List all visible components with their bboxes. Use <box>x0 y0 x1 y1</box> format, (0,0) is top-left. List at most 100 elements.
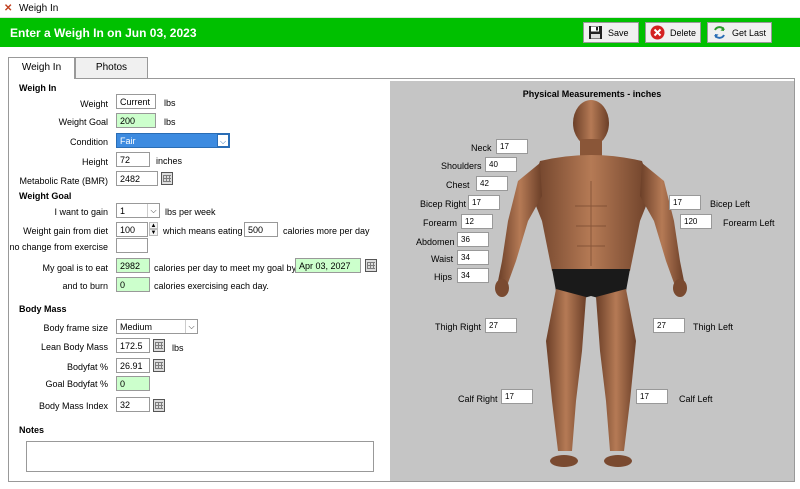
notes-section-title: Notes <box>19 425 45 435</box>
abdomen-field[interactable]: 36 <box>457 232 489 247</box>
burn-unit: calories exercising each day. <box>154 281 269 291</box>
forearm-label: Forearm <box>423 218 458 228</box>
spinner-up-icon[interactable]: ▲ <box>149 222 158 229</box>
calf-right-label: Calf Right <box>458 394 498 404</box>
weight-goal-field[interactable]: 200 <box>116 113 156 128</box>
exercise-field[interactable] <box>116 238 148 253</box>
goal-bodyfat-label: Goal Bodyfat % <box>45 379 108 389</box>
weight-label: Weight <box>80 99 108 109</box>
burn-label: and to burn <box>62 281 108 291</box>
measurements-panel: Physical Measurements - inches Neck 17 S… <box>390 81 794 481</box>
burn-calories-field[interactable]: 0 <box>116 277 150 292</box>
body-frame-value: Medium <box>120 322 153 332</box>
goal-calories-field[interactable]: 2982 <box>116 258 150 273</box>
bmi-field[interactable]: 32 <box>116 397 150 412</box>
chevron-down-icon[interactable]: ⌵ <box>185 320 197 333</box>
height-label: Height <box>81 157 108 167</box>
floppy-disk-icon <box>587 25 603 41</box>
forearm-left-label: Forearm Left <box>723 218 775 228</box>
height-field[interactable]: 72 <box>116 152 150 167</box>
calculator-icon[interactable] <box>153 359 165 372</box>
calf-left-field[interactable]: 17 <box>636 389 668 404</box>
abdomen-label: Abdomen <box>416 237 455 247</box>
weight-field[interactable]: Current <box>116 94 156 109</box>
goal-eat-label: My goal is to eat <box>42 263 108 273</box>
refresh-arrows-icon <box>711 25 727 41</box>
gain-rate-select[interactable]: 1 ⌵ <box>116 203 160 218</box>
hips-label: Hips <box>434 272 453 282</box>
body-mass-section-title: Body Mass <box>19 304 67 314</box>
app-logo-icon: ✕ <box>4 3 13 14</box>
diet-percent-field[interactable]: 100 <box>116 222 148 237</box>
get-last-button[interactable]: Get Last <box>707 22 772 43</box>
save-label: Save <box>608 27 629 38</box>
body-frame-label: Body frame size <box>43 323 108 333</box>
bicep-left-field[interactable]: 17 <box>669 195 701 210</box>
chevron-down-icon[interactable]: ⌵ <box>217 134 229 147</box>
tab-photos[interactable]: Photos <box>75 57 148 78</box>
thigh-left-label: Thigh Left <box>693 322 734 332</box>
thigh-left-field[interactable]: 27 <box>653 318 685 333</box>
bodyfat-field[interactable]: 26.91 <box>116 358 150 373</box>
chest-field[interactable]: 42 <box>476 176 508 191</box>
lean-mass-label: Lean Body Mass <box>40 342 108 352</box>
neck-field[interactable]: 17 <box>496 139 528 154</box>
weight-goal-unit: lbs <box>164 117 176 127</box>
tab-weigh-in[interactable]: Weigh In <box>8 57 75 79</box>
delete-button[interactable]: Delete <box>645 22 701 43</box>
diet-mid-text: which means eating <box>163 226 243 236</box>
bmr-field[interactable]: 2482 <box>116 171 158 186</box>
delete-label: Delete <box>670 27 697 38</box>
body-frame-select[interactable]: Medium ⌵ <box>116 319 198 334</box>
calculator-icon[interactable] <box>153 399 165 412</box>
shoulders-field[interactable]: 40 <box>485 157 517 172</box>
lean-mass-unit: lbs <box>172 343 184 353</box>
calf-right-field[interactable]: 17 <box>501 389 533 404</box>
gain-rate-value: 1 <box>120 206 126 216</box>
forearm-field[interactable]: 12 <box>461 214 493 229</box>
bicep-right-field[interactable]: 17 <box>468 195 500 210</box>
condition-label: Condition <box>69 137 108 147</box>
diet-percent-spinner[interactable]: ▲ ▼ <box>149 222 158 237</box>
calculator-icon[interactable] <box>153 339 165 352</box>
chevron-down-icon[interactable]: ⌵ <box>147 204 159 217</box>
neck-label: Neck <box>471 143 492 153</box>
calculator-icon[interactable] <box>161 172 173 185</box>
page-title: Enter a Weigh In on Jun 03, 2023 <box>10 26 197 40</box>
extra-calories-unit: calories more per day <box>283 226 370 236</box>
spinner-down-icon[interactable]: ▼ <box>149 229 158 236</box>
bicep-right-label: Bicep Right <box>420 199 467 209</box>
goal-bodyfat-field[interactable]: 0 <box>116 376 150 391</box>
window-title: Weigh In <box>19 3 59 14</box>
bodyfat-label: Bodyfat % <box>66 362 108 372</box>
red-x-circle-icon <box>649 25 665 41</box>
save-button[interactable]: Save <box>583 22 639 43</box>
gain-rate-unit: lbs per week <box>165 207 216 217</box>
weight-goal-section-title: Weight Goal <box>19 191 72 201</box>
chest-label: Chest <box>446 180 470 190</box>
notes-textarea[interactable] <box>26 441 374 472</box>
bicep-left-label: Bicep Left <box>710 199 751 209</box>
weight-unit: lbs <box>164 98 176 108</box>
thigh-right-field[interactable]: 27 <box>485 318 517 333</box>
diet-gain-label: Weight gain from diet <box>23 226 108 236</box>
window-titlebar: ✕ Weigh In <box>0 0 800 18</box>
calendar-icon[interactable] <box>365 259 377 272</box>
hips-field[interactable]: 34 <box>457 268 489 283</box>
goal-mid-text: calories per day to meet my goal by <box>154 263 297 273</box>
goal-date-field[interactable]: Apr 03, 2027 <box>295 258 361 273</box>
height-unit: inches <box>156 156 183 166</box>
forearm-left-field[interactable]: 120 <box>680 214 712 229</box>
want-gain-label: I want to gain <box>54 207 108 217</box>
waist-field[interactable]: 34 <box>457 250 489 265</box>
weigh-in-section-title: Weigh In <box>19 83 57 93</box>
condition-value: Fair <box>120 136 136 146</box>
lean-mass-field[interactable]: 172.5 <box>116 338 150 353</box>
bmi-label: Body Mass Index <box>38 401 108 411</box>
shoulders-label: Shoulders <box>441 161 482 171</box>
condition-select[interactable]: Fair ⌵ <box>116 133 230 148</box>
extra-calories-field[interactable]: 500 <box>244 222 278 237</box>
thigh-right-label: Thigh Right <box>435 322 482 332</box>
waist-label: Waist <box>431 254 454 264</box>
bmr-label: Metabolic Rate (BMR) <box>19 176 108 186</box>
